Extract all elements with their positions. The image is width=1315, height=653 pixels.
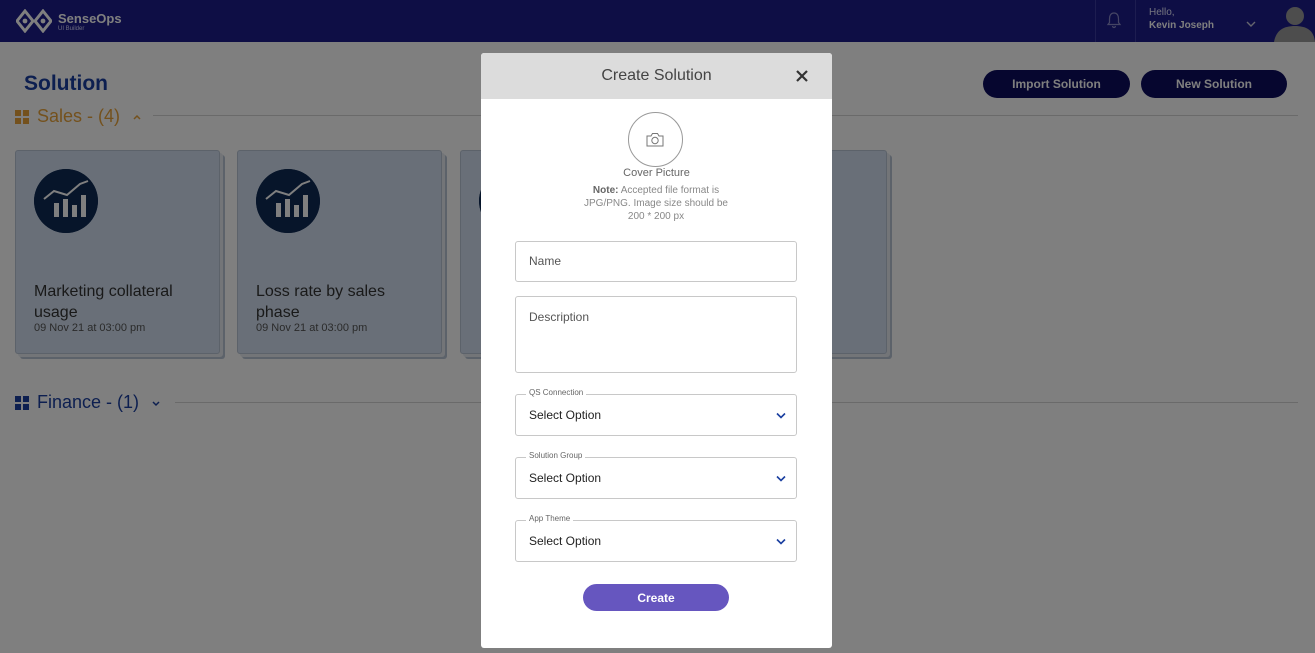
select-label: QS Connection — [526, 388, 587, 397]
modal-title: Create Solution — [601, 67, 712, 84]
solution-group-select[interactable]: Solution Group Select Option — [515, 451, 797, 499]
create-button[interactable]: Create — [583, 584, 729, 611]
modal-header: Create Solution — [481, 53, 832, 99]
name-placeholder: Name — [529, 254, 562, 268]
chevron-down-icon — [776, 412, 786, 419]
description-field[interactable]: Description — [515, 296, 797, 373]
description-placeholder: Description — [529, 310, 590, 324]
name-field[interactable]: Name — [515, 241, 797, 282]
qs-connection-select[interactable]: QS Connection Select Option — [515, 388, 797, 436]
app-theme-select[interactable]: App Theme Select Option — [515, 514, 797, 562]
modal-backdrop[interactable] — [0, 0, 1315, 42]
select-value: Select Option — [529, 471, 602, 485]
note-label: Note: — [592, 185, 619, 196]
select-label: Solution Group — [526, 451, 586, 460]
camera-icon — [646, 133, 664, 147]
close-icon[interactable] — [795, 69, 809, 83]
cover-picture-label: Cover Picture — [623, 167, 690, 179]
select-value: Select Option — [529, 534, 602, 548]
select-value: Select Option — [529, 408, 602, 422]
chevron-down-icon — [776, 475, 786, 482]
create-solution-modal: Create Solution Cover Picture Note: Acce… — [481, 53, 832, 648]
upload-note: Note: Accepted file format is JPG/PNG. I… — [581, 184, 731, 223]
select-label: App Theme — [526, 514, 574, 523]
chevron-down-icon — [776, 538, 786, 545]
